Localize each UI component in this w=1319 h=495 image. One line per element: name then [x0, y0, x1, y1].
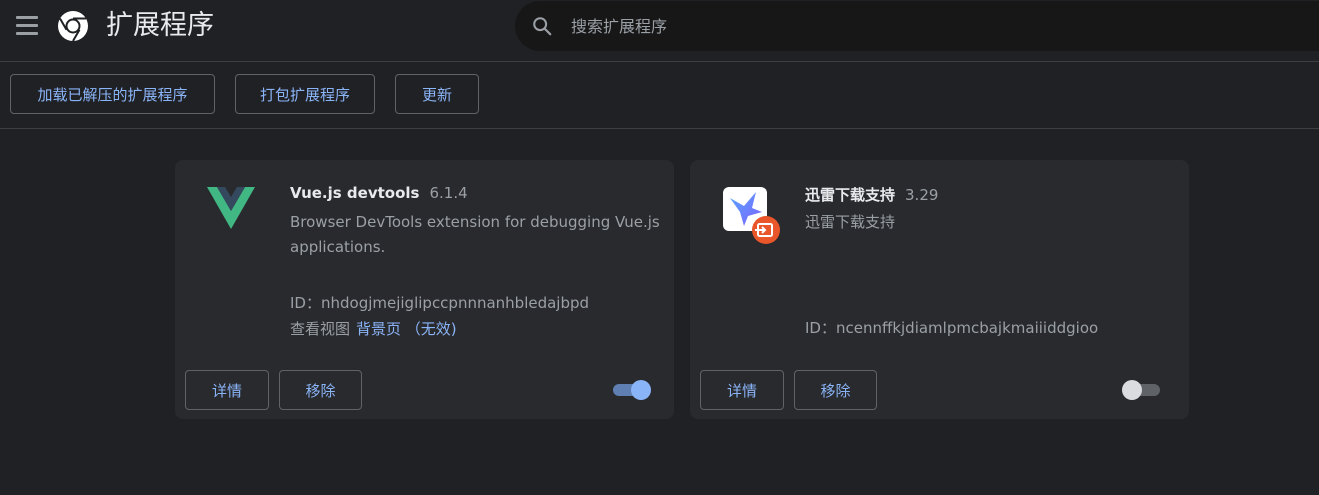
extension-card-vue: Vue.js devtools 6.1.4 Browser DevTools ex…: [175, 160, 674, 419]
remove-button[interactable]: 移除: [794, 370, 877, 410]
toolbar-divider: [0, 128, 1319, 129]
extension-id: ID：ncennffkjdiamlpmcbajkmaiiiddgioo: [805, 319, 1099, 337]
enable-toggle[interactable]: [611, 380, 651, 400]
load-unpacked-button[interactable]: 加载已解压的扩展程序: [10, 74, 215, 114]
details-button[interactable]: 详情: [185, 370, 269, 410]
extension-name: Vue.js devtools 6.1.4: [290, 184, 468, 202]
extension-views: 查看视图 背景页 （无效): [290, 320, 457, 338]
extension-id: ID：nhdogjmejiglipccpnnnanhbledajbpd: [290, 294, 590, 312]
search-box[interactable]: [515, 1, 1319, 51]
enable-toggle[interactable]: [1122, 380, 1162, 400]
extension-card-xunlei: 迅雷下载支持 3.29 迅雷下载支持 ID：ncennffkjdiamlpmcba…: [690, 160, 1189, 419]
extension-description: Browser DevTools extension for debugging…: [290, 213, 660, 256]
header: 扩展程序: [0, 0, 1319, 52]
extension-description: 迅雷下载支持: [805, 213, 896, 231]
page-title: 扩展程序: [106, 10, 214, 41]
vue-logo-icon: [207, 187, 255, 229]
chrome-logo: [58, 11, 88, 42]
toolbar: 加载已解压的扩展程序 打包扩展程序 更新: [0, 62, 1319, 128]
extension-version: 6.1.4: [429, 184, 468, 202]
update-button[interactable]: 更新: [395, 74, 479, 114]
search-icon: [533, 17, 552, 36]
details-button[interactable]: 详情: [700, 370, 784, 410]
remove-button[interactable]: 移除: [279, 370, 362, 410]
background-page-link[interactable]: 背景页 （无效): [356, 320, 457, 338]
extension-name: 迅雷下载支持 3.29: [805, 186, 939, 204]
xunlei-bird-icon: [723, 187, 780, 244]
pack-extension-button[interactable]: 打包扩展程序: [235, 74, 375, 114]
extension-version: 3.29: [905, 186, 939, 204]
hamburger-menu-icon[interactable]: [16, 16, 38, 36]
search-input[interactable]: [571, 1, 1271, 51]
